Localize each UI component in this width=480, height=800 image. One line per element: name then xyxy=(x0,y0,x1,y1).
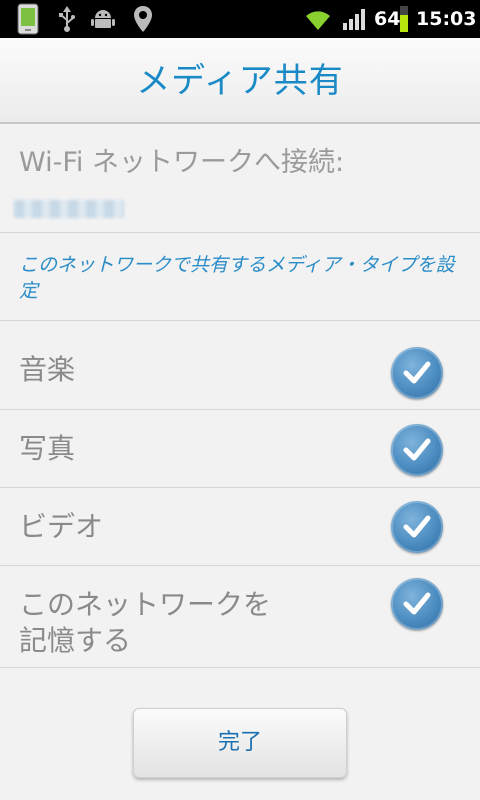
remember-network-checkbox[interactable] xyxy=(391,578,443,630)
status-time: 15:03 xyxy=(416,8,477,30)
option-label-music: 音楽 xyxy=(19,353,76,386)
usb-icon xyxy=(55,0,79,38)
checkmark-icon xyxy=(403,515,431,538)
network-ssid-redacted xyxy=(14,200,124,218)
wifi-connection-label: Wi-Fi ネットワークへ接続: xyxy=(19,147,345,178)
checkmark-icon xyxy=(403,592,431,615)
done-button[interactable]: 完了 xyxy=(133,708,347,778)
done-button-label: 完了 xyxy=(217,730,262,755)
option-row-photos[interactable]: 写真 xyxy=(0,410,480,487)
music-checkbox[interactable] xyxy=(391,347,443,399)
android-debug-icon xyxy=(88,0,118,38)
divider xyxy=(0,667,480,668)
cell-signal-icon xyxy=(340,0,370,38)
title-bar: メディア共有 xyxy=(0,38,480,124)
video-checkbox[interactable] xyxy=(391,501,443,553)
wifi-signal-icon xyxy=(300,0,336,38)
status-bar: 64 15:03 xyxy=(0,0,480,38)
location-pin-icon xyxy=(130,0,156,38)
option-label-photos: 写真 xyxy=(19,432,76,465)
battery-percentage: 64 xyxy=(374,8,401,30)
phone-screen-icon xyxy=(14,0,42,38)
option-row-remember-network[interactable]: このネットワークを 記憶する xyxy=(0,566,480,667)
photos-checkbox[interactable] xyxy=(391,424,443,476)
option-row-music[interactable]: 音楽 xyxy=(0,321,480,409)
option-label-video: ビデオ xyxy=(19,510,104,543)
checkmark-icon xyxy=(403,438,431,461)
option-label-remember-line1: このネットワークを xyxy=(19,588,272,621)
option-label-remember-line2: 記憶する xyxy=(19,624,132,657)
checkmark-icon xyxy=(403,361,431,384)
battery-icon xyxy=(399,0,409,38)
divider xyxy=(0,232,480,233)
media-type-description: このネットワークで共有するメディア・タイプを設定 xyxy=(19,254,455,302)
option-row-video[interactable]: ビデオ xyxy=(0,488,480,565)
page-title: メディア共有 xyxy=(136,61,344,101)
